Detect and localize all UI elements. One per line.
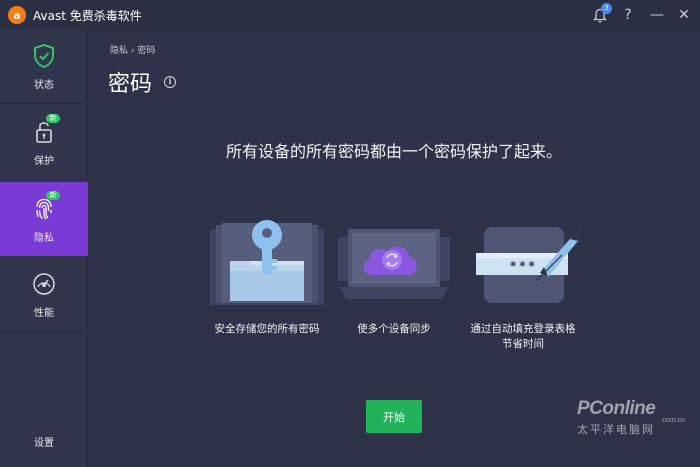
password-pen-icon: ***: [470, 215, 584, 305]
pconline-watermark: PConline .com.cn 太平洋电脑网: [577, 398, 687, 437]
info-icon[interactable]: i: [164, 76, 176, 88]
page-title: 密码: [108, 72, 153, 97]
lock-icon: 新: [30, 114, 60, 146]
fingerprint-icon: 新: [30, 190, 60, 223]
sidebar-item-privacy[interactable]: 新 隐私: [0, 182, 88, 256]
feature-label-line: 通过自动填充登录表格: [470, 323, 576, 335]
sidebar-item-performance[interactable]: 性能: [0, 258, 88, 332]
new-badge: 新: [46, 114, 60, 123]
feature-label-sync: 使多个设备同步: [357, 323, 431, 335]
speedometer-icon: [30, 270, 58, 298]
feature-label-autofill: 通过自动填充登录表格 节省时间: [458, 322, 588, 352]
minimize-button[interactable]: —: [646, 5, 668, 25]
laptop-cloud-sync-icon: [336, 215, 452, 305]
breadcrumb: 隐私 › 密码: [110, 46, 156, 56]
close-button[interactable]: ✕: [673, 5, 695, 25]
avast-logo-icon: a: [8, 6, 26, 24]
sidebar-item-label: 隐私: [34, 232, 54, 244]
feature-label-line: 节省时间: [502, 338, 544, 350]
sidebar-item-label: 保护: [34, 156, 54, 167]
notification-count-badge: 3: [601, 3, 612, 14]
feature-label-storage: 安全存储您的所有密码: [214, 323, 320, 335]
headline: 所有设备的所有密码都由一个密码保护了起来。: [225, 142, 562, 161]
sidebar-item-protection[interactable]: 新 保护: [0, 106, 88, 180]
sidebar-item-label: 状态: [34, 80, 54, 91]
help-button[interactable]: ?: [617, 5, 639, 25]
watermark-domain: .com.cn: [660, 417, 685, 424]
new-badge: 新: [46, 190, 60, 200]
sidebar-settings[interactable]: 设置: [0, 434, 88, 449]
sidebar: 状态 新 保护 新 隐私 性能 设置: [0, 30, 88, 467]
shield-check-icon: [30, 42, 58, 70]
sidebar-item-status[interactable]: 状态: [0, 30, 88, 104]
sidebar-item-label: 性能: [34, 308, 54, 319]
title-bar: a Avast 免费杀毒软件 3 ? — ✕: [0, 0, 700, 30]
password-mask: ***: [510, 259, 538, 273]
app-title: Avast 免费杀毒软件: [33, 9, 142, 23]
start-button[interactable]: 开始: [366, 400, 422, 433]
key-folder-icon: [208, 215, 326, 307]
